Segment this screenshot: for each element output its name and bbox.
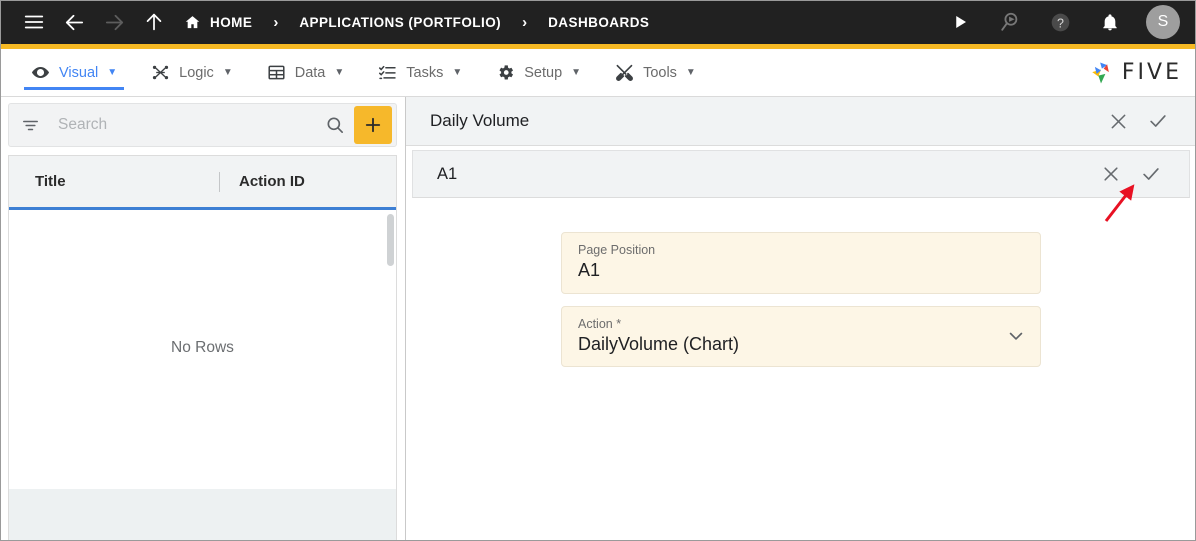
records-table: Title Action ID No Rows [8, 155, 397, 489]
empty-state-message: No Rows [171, 339, 234, 356]
help-icon[interactable]: ? [1040, 2, 1080, 42]
logic-nodes-icon [151, 63, 170, 82]
subpanel-confirm-icon[interactable] [1131, 154, 1171, 194]
subpanel-close-icon[interactable] [1091, 154, 1131, 194]
chevron-down-icon: ▼ [452, 66, 463, 78]
tools-icon [615, 63, 634, 82]
table-vertical-scrollbar[interactable] [387, 214, 394, 266]
chevron-down-icon: ▼ [685, 66, 696, 78]
top-navigation-bar: HOME › APPLICATIONS (PORTFOLIO) › DASHBO… [0, 0, 1196, 44]
main-content: Title Action ID No Rows Daily Volume [0, 97, 1196, 541]
subpanel-header: A1 [412, 150, 1190, 198]
top-bar-actions: ? S [940, 2, 1180, 42]
search-bar [8, 103, 397, 147]
subpanel-title: A1 [437, 164, 458, 183]
back-arrow-icon[interactable] [54, 2, 94, 42]
breadcrumb-item-applications[interactable]: APPLICATIONS (PORTFOLIO) [299, 15, 501, 30]
page-position-field[interactable]: Page Position A1 [561, 232, 1041, 294]
up-arrow-icon[interactable] [134, 2, 174, 42]
search-input[interactable] [48, 116, 316, 134]
eye-icon [31, 63, 50, 82]
breadcrumb-label-dashboards: DASHBOARDS [548, 14, 650, 30]
menu-label-setup: Setup [524, 64, 563, 81]
menu-label-tasks: Tasks [406, 64, 444, 81]
breadcrumb-label-home: HOME [210, 14, 253, 30]
menu-label-logic: Logic [179, 64, 214, 81]
five-logo-mark [1087, 59, 1115, 87]
menu-label-visual: Visual [59, 64, 99, 81]
search-run-icon[interactable] [990, 2, 1030, 42]
add-button[interactable] [354, 106, 392, 144]
gear-icon [496, 63, 515, 82]
user-avatar[interactable]: S [1146, 5, 1180, 39]
panel-header: Daily Volume [406, 97, 1196, 146]
sidebar-footer [8, 489, 397, 541]
detail-panel: Daily Volume A1 Page Position A1 Action … [406, 97, 1196, 541]
breadcrumb-separator: › [273, 13, 279, 31]
menu-item-logic[interactable]: Logic ▼ [134, 49, 250, 96]
forward-arrow-icon[interactable] [94, 2, 134, 42]
menu-label-tools: Tools [643, 64, 677, 81]
svg-text:?: ? [1057, 16, 1064, 30]
hamburger-menu-icon[interactable] [14, 2, 54, 42]
table-body: No Rows [9, 210, 396, 489]
five-logo: FIVE [1087, 49, 1196, 96]
chevron-down-icon: ▼ [334, 66, 345, 78]
breadcrumb: HOME › APPLICATIONS (PORTFOLIO) › DASHBO… [184, 14, 940, 31]
column-header-action-id[interactable]: Action ID [221, 173, 396, 190]
run-play-icon[interactable] [940, 2, 980, 42]
breadcrumb-label-applications: APPLICATIONS (PORTFOLIO) [299, 14, 502, 30]
breadcrumb-item-dashboards[interactable]: DASHBOARDS [548, 15, 649, 30]
menu-item-setup[interactable]: Setup ▼ [479, 49, 598, 96]
panel-title: Daily Volume [430, 111, 530, 130]
application-menu-bar: Visual ▼ Logic ▼ Data ▼ Tasks ▼ Setup ▼ … [0, 49, 1196, 97]
menu-item-data[interactable]: Data ▼ [250, 49, 362, 96]
chevron-down-icon: ▼ [571, 66, 582, 78]
checklist-icon [378, 63, 397, 82]
breadcrumb-separator: › [522, 13, 528, 31]
page-position-value: A1 [578, 260, 601, 280]
chevron-down-icon[interactable] [1006, 326, 1026, 346]
page-position-label: Page Position [578, 243, 656, 257]
chevron-down-icon: ▼ [107, 66, 118, 78]
panel-confirm-icon[interactable] [1138, 101, 1178, 141]
home-icon [184, 14, 201, 31]
menu-item-visual[interactable]: Visual ▼ [14, 49, 134, 96]
chevron-down-icon: ▼ [222, 66, 233, 78]
table-header-row: Title Action ID [9, 156, 396, 210]
action-value: DailyVolume (Chart) [578, 333, 740, 354]
action-label: Action * [578, 316, 622, 331]
menu-item-tools[interactable]: Tools ▼ [598, 49, 713, 96]
menu-label-data: Data [294, 64, 326, 81]
form-area: Page Position A1 Action * DailyVolume (C… [406, 198, 1196, 541]
panel-close-icon[interactable] [1098, 101, 1138, 141]
search-icon[interactable] [316, 115, 354, 135]
menu-item-tasks[interactable]: Tasks ▼ [361, 49, 479, 96]
sidebar-panel: Title Action ID No Rows [0, 97, 406, 541]
five-logo-text: FIVE [1121, 60, 1182, 85]
filter-icon[interactable] [19, 116, 48, 135]
breadcrumb-item-home[interactable]: HOME [184, 14, 252, 31]
notifications-bell-icon[interactable] [1090, 2, 1130, 42]
column-header-title[interactable]: Title [9, 173, 221, 190]
table-grid-icon [267, 63, 286, 82]
action-field[interactable]: Action * DailyVolume (Chart) [561, 305, 1041, 367]
